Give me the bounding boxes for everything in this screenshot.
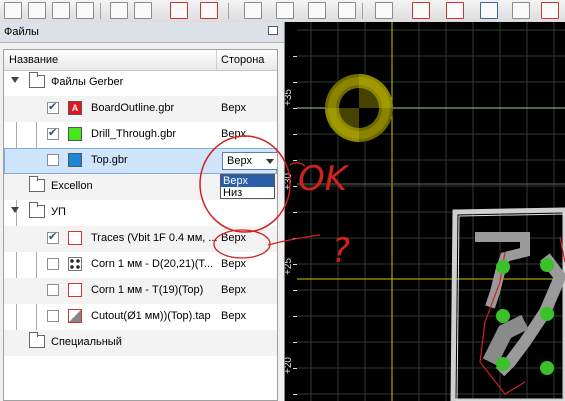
traces-icon bbox=[68, 231, 82, 245]
tree-group-up[interactable]: УП bbox=[4, 200, 277, 226]
folder-icon bbox=[29, 176, 45, 192]
toolpath-name: Corn 1 мм - D(20,21)(T... bbox=[91, 258, 214, 270]
side-value[interactable]: Верх bbox=[221, 284, 246, 296]
save-icon[interactable] bbox=[52, 2, 70, 19]
pcb-view[interactable] bbox=[285, 22, 565, 401]
file-name: BoardOutline.gbr bbox=[91, 102, 175, 114]
isolation-icon[interactable] bbox=[412, 2, 430, 19]
save-all-icon[interactable] bbox=[76, 2, 94, 19]
route-icon[interactable] bbox=[480, 2, 498, 19]
folder-icon bbox=[29, 202, 45, 218]
side-dropdown-list[interactable]: Верх Низ bbox=[220, 174, 275, 199]
layer-color-swatch[interactable] bbox=[68, 153, 82, 167]
ruler-label: +20 bbox=[285, 357, 294, 374]
column-name[interactable]: Название bbox=[9, 54, 58, 66]
layers-icon[interactable] bbox=[375, 2, 393, 19]
select-icon[interactable] bbox=[276, 2, 294, 19]
settings-icon[interactable] bbox=[541, 2, 559, 19]
spiral-icon[interactable] bbox=[446, 2, 464, 19]
side-dropdown[interactable]: Верх bbox=[222, 152, 277, 170]
print-icon[interactable] bbox=[110, 2, 128, 19]
main-toolbar bbox=[0, 0, 565, 23]
dropdown-option-bottom[interactable]: Низ bbox=[221, 187, 274, 199]
measure-icon[interactable] bbox=[308, 2, 326, 19]
zoom-fit-icon[interactable] bbox=[244, 2, 262, 19]
panel-title: Файлы bbox=[4, 26, 39, 38]
visibility-checkbox[interactable] bbox=[47, 154, 59, 166]
dropdown-option-top[interactable]: Верх bbox=[221, 175, 274, 187]
cutout-icon bbox=[68, 309, 82, 323]
side-dropdown-value: Верх bbox=[227, 155, 252, 167]
tree-row-corn-traces[interactable]: Corn 1 мм - T(19)(Top) Верх bbox=[4, 278, 277, 304]
folder-icon bbox=[29, 72, 45, 88]
file-name: Drill_Through.gbr bbox=[91, 128, 176, 140]
open-file-icon[interactable] bbox=[28, 2, 46, 19]
close-layer-icon[interactable] bbox=[200, 2, 218, 19]
toolpath-name: Corn 1 мм - T(19)(Top) bbox=[91, 284, 204, 296]
tree-row-cutout[interactable]: Cutout(Ø1 мм))(Top).tap Верх bbox=[4, 304, 277, 330]
toolpath-name: Traces (Vbit 1F 0.4 мм, ... bbox=[91, 232, 218, 244]
layer-red-icon[interactable] bbox=[170, 2, 188, 19]
layer-color-swatch[interactable] bbox=[68, 127, 82, 141]
tree-header: Название Сторона bbox=[4, 50, 277, 71]
tree-row-corn-drill[interactable]: Corn 1 мм - D(20,21)(T... Верх bbox=[4, 252, 277, 278]
column-side[interactable]: Сторона bbox=[221, 54, 264, 66]
toolpath-name: Cutout(Ø1 мм))(Top).tap bbox=[91, 310, 211, 322]
visibility-checkbox[interactable] bbox=[47, 100, 59, 114]
toolbar-divider bbox=[362, 3, 363, 19]
files-tree[interactable]: Название Сторона Файлы Gerber A BoardOut… bbox=[3, 49, 278, 401]
collapse-arrow-icon[interactable] bbox=[11, 77, 19, 83]
tree-group-gerber[interactable]: Файлы Gerber bbox=[4, 70, 277, 96]
visibility-checkbox[interactable] bbox=[47, 310, 59, 322]
side-value[interactable]: Верх bbox=[221, 102, 246, 114]
tree-row-traces[interactable]: Traces (Vbit 1F 0.4 мм, ... Верх bbox=[4, 226, 277, 252]
vertical-ruler: +35 +30 +25 +20 bbox=[285, 22, 297, 401]
check-icon[interactable] bbox=[512, 2, 530, 19]
panel-titlebar: Файлы bbox=[0, 22, 284, 43]
visibility-checkbox[interactable] bbox=[47, 258, 59, 270]
chevron-down-icon[interactable] bbox=[266, 159, 274, 164]
tree-row-drill[interactable]: Drill_Through.gbr Верх bbox=[4, 122, 277, 148]
group-label: Excellon bbox=[51, 180, 93, 192]
traces-icon bbox=[68, 283, 82, 297]
side-value[interactable]: Верх bbox=[221, 310, 246, 322]
grid-icon[interactable] bbox=[338, 2, 356, 19]
visibility-checkbox[interactable] bbox=[47, 230, 59, 244]
group-label: Файлы Gerber bbox=[51, 76, 124, 88]
ruler-label: +35 bbox=[285, 89, 294, 106]
group-label: УП bbox=[51, 206, 66, 218]
toolbar-divider bbox=[228, 3, 229, 19]
origin-marker bbox=[325, 74, 393, 142]
folder-icon bbox=[29, 332, 45, 348]
toolbar-divider bbox=[100, 3, 101, 19]
group-label: Специальный bbox=[51, 336, 122, 348]
ruler-label: +25 bbox=[285, 258, 294, 275]
column-divider[interactable] bbox=[216, 50, 217, 70]
export-icon[interactable] bbox=[134, 2, 152, 19]
visibility-checkbox[interactable] bbox=[47, 126, 59, 140]
tree-group-special[interactable]: Специальный bbox=[4, 330, 277, 356]
pcb-canvas[interactable]: +35 +30 +25 +20 bbox=[285, 22, 565, 401]
file-name: Top.gbr bbox=[91, 154, 128, 166]
side-value[interactable]: Верх bbox=[221, 128, 246, 140]
visibility-checkbox[interactable] bbox=[47, 284, 59, 296]
new-file-icon[interactable] bbox=[4, 2, 22, 19]
ruler-label: +30 bbox=[285, 173, 294, 190]
layer-color-swatch[interactable]: A bbox=[68, 101, 82, 115]
side-value[interactable]: Верх bbox=[221, 258, 246, 270]
drill-icon bbox=[68, 257, 82, 271]
side-value[interactable]: Верх bbox=[221, 232, 246, 244]
tree-row-boardoutline[interactable]: A BoardOutline.gbr Верх bbox=[4, 96, 277, 122]
files-panel: Файлы Название Сторона Файлы Gerber A Bo… bbox=[0, 22, 285, 401]
collapse-arrow-icon[interactable] bbox=[11, 207, 19, 213]
float-panel-icon[interactable] bbox=[268, 26, 278, 35]
tree-row-top-selected[interactable]: Top.gbr Верх bbox=[4, 148, 277, 174]
